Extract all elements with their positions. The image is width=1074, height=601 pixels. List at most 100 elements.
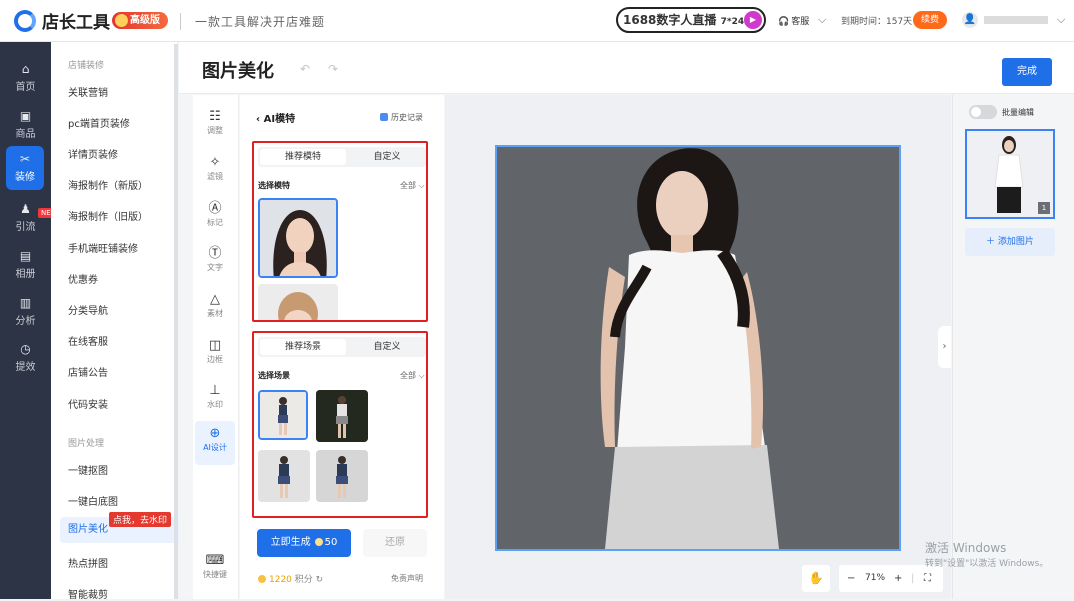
- scene-image: [316, 450, 368, 502]
- model-tabs: 推荐模特 自定义: [258, 147, 426, 167]
- nav-efficiency[interactable]: ◷ 提效: [0, 336, 51, 380]
- scene-image: [316, 390, 368, 442]
- tool-mark[interactable]: Ⓐ 标记: [193, 201, 237, 228]
- model-thumbnail[interactable]: [258, 198, 338, 278]
- tool-material[interactable]: △ 素材: [193, 292, 237, 319]
- tool-adjust[interactable]: ☷ 调整: [193, 109, 237, 136]
- live-banner[interactable]: 1688数字人直播 7*24h ▶: [616, 7, 766, 33]
- user-name-blurred[interactable]: [984, 16, 1048, 24]
- zoom-out-icon[interactable]: −: [847, 565, 855, 592]
- history-button[interactable]: 历史记录: [380, 112, 423, 123]
- remove-watermark-tip[interactable]: 点我，去水印: [109, 512, 172, 527]
- menu-item[interactable]: pc端首页装修: [68, 115, 130, 130]
- slogan: 一款工具解决开店难题: [180, 13, 325, 30]
- artboard-image[interactable]: [495, 145, 901, 551]
- menu-scrollbar[interactable]: [174, 44, 178, 599]
- add-image-button[interactable]: ＋ 添加图片: [965, 228, 1055, 256]
- activation-watermark-title: 激活 Windows: [925, 541, 1007, 555]
- menu-item[interactable]: 一键抠图: [68, 462, 108, 477]
- tool-text[interactable]: Ⓣ 文字: [193, 246, 237, 273]
- customer-service[interactable]: 🎧 客服: [776, 14, 809, 27]
- scene-select-box: 推荐场景 自定义 选择场景 全部 ⌵: [252, 331, 428, 518]
- finish-button[interactable]: 完成: [1002, 58, 1052, 86]
- scene-thumbnail[interactable]: [316, 390, 368, 442]
- tab-recommended-scenes[interactable]: 推荐场景: [260, 339, 346, 355]
- batch-edit-toggle[interactable]: [969, 105, 997, 119]
- nav-album[interactable]: ▤ 相册: [0, 243, 51, 287]
- menu-item[interactable]: 在线客服: [68, 333, 108, 348]
- fit-screen-icon[interactable]: ⛶: [924, 565, 931, 592]
- tab-recommended-models[interactable]: 推荐模特: [260, 149, 346, 165]
- nav-home[interactable]: ⌂ 首页: [0, 56, 51, 100]
- tool-shortcuts[interactable]: ⌨ 快捷键: [193, 553, 237, 580]
- redo-icon[interactable]: ↷: [328, 62, 338, 76]
- model-thumbnail[interactable]: [258, 284, 338, 320]
- menu-item[interactable]: 海报制作（新版）: [68, 177, 148, 192]
- brush-icon: ✂: [19, 152, 31, 166]
- user-menu-chevron-icon[interactable]: ⌵: [1057, 13, 1065, 27]
- nav-decorate[interactable]: ✂ 装修: [6, 146, 44, 190]
- keyboard-icon: ⌨: [205, 553, 225, 568]
- restore-button[interactable]: 还原: [363, 529, 427, 557]
- tool-ai-design[interactable]: ⊕ AI设计: [195, 421, 235, 465]
- menu-item[interactable]: 店铺公告: [68, 364, 108, 379]
- pen-icon: Ⓐ: [208, 201, 222, 216]
- nav-analysis[interactable]: ▥ 分析: [0, 290, 51, 334]
- menu-item[interactable]: 详情页装修: [68, 146, 118, 161]
- scene-thumbnail[interactable]: [316, 450, 368, 502]
- generate-cost: 50: [324, 537, 338, 548]
- tab-custom-model[interactable]: 自定义: [344, 149, 426, 165]
- menu-item[interactable]: 关联营销: [68, 84, 108, 99]
- person-icon: ♟: [20, 202, 31, 216]
- shapes-icon: △: [210, 292, 220, 307]
- model-photo: [497, 147, 899, 549]
- scene-thumbnail[interactable]: [258, 450, 310, 502]
- zoom-controls: − 71% + | ⛶: [839, 565, 943, 592]
- user-avatar-icon[interactable]: 👤: [962, 12, 978, 28]
- refresh-icon[interactable]: ↻: [316, 575, 324, 585]
- generate-button[interactable]: 立即生成 50: [257, 529, 351, 557]
- panel-back[interactable]: ‹ AI模特: [256, 110, 295, 125]
- tool-border[interactable]: ◫ 边框: [193, 338, 237, 365]
- scene-filter-dropdown[interactable]: 全部 ⌵: [400, 370, 425, 381]
- menu-item[interactable]: 一键白底图: [68, 493, 118, 508]
- chart-icon: ▥: [19, 296, 32, 310]
- chevron-left-icon: ‹: [256, 114, 264, 125]
- headset-icon: 🎧: [778, 17, 790, 27]
- page-title: 图片美化: [202, 61, 274, 82]
- menu-item[interactable]: 代码安装: [68, 396, 108, 411]
- scene-image: [258, 450, 310, 502]
- image-thumbnail[interactable]: 1: [965, 129, 1055, 219]
- menu-item[interactable]: 海报制作（旧版）: [68, 208, 148, 223]
- text-icon: Ⓣ: [208, 246, 222, 261]
- undo-icon[interactable]: ↶: [300, 62, 310, 76]
- scene-image: [260, 392, 306, 438]
- hand-tool-icon[interactable]: ✋: [802, 565, 830, 592]
- expire-text: 到期时间：157天: [841, 17, 913, 27]
- zoom-in-icon[interactable]: +: [894, 565, 902, 592]
- menu-item[interactable]: 分类导航: [68, 302, 108, 317]
- tab-custom-scene[interactable]: 自定义: [344, 339, 426, 355]
- divider: |: [911, 573, 915, 584]
- model-face-image: [260, 200, 336, 276]
- sliders-icon: ☷: [209, 109, 221, 124]
- renew-button[interactable]: 续费: [913, 11, 947, 29]
- nav-products[interactable]: ▣ 商品: [0, 103, 51, 147]
- collapse-panel-handle[interactable]: ›: [938, 326, 951, 368]
- model-filter-dropdown[interactable]: 全部 ⌵: [400, 180, 425, 191]
- plus-icon: ＋: [986, 237, 998, 247]
- chevron-down-icon[interactable]: ⌵: [818, 13, 826, 27]
- activation-watermark-text: 转到"设置"以激活 Windows。: [925, 559, 1049, 569]
- nav-traffic[interactable]: ♟ 引流: [0, 196, 51, 240]
- app-logo[interactable]: 店长工具: [14, 8, 110, 33]
- tool-filter[interactable]: ✧ 滤镜: [193, 155, 237, 182]
- menu-item[interactable]: 手机端旺铺装修: [68, 240, 138, 255]
- tool-watermark[interactable]: ⊥ 水印: [193, 383, 237, 410]
- scene-section-title: 选择场景: [258, 371, 290, 380]
- ai-icon: ⊕: [209, 426, 221, 441]
- magic-wand-icon: ✧: [209, 155, 221, 170]
- scene-thumbnail[interactable]: [258, 390, 308, 440]
- menu-item[interactable]: 热点拼图: [68, 555, 108, 570]
- disclaimer-link[interactable]: 免责声明: [391, 573, 423, 584]
- menu-item[interactable]: 优惠券: [68, 271, 98, 286]
